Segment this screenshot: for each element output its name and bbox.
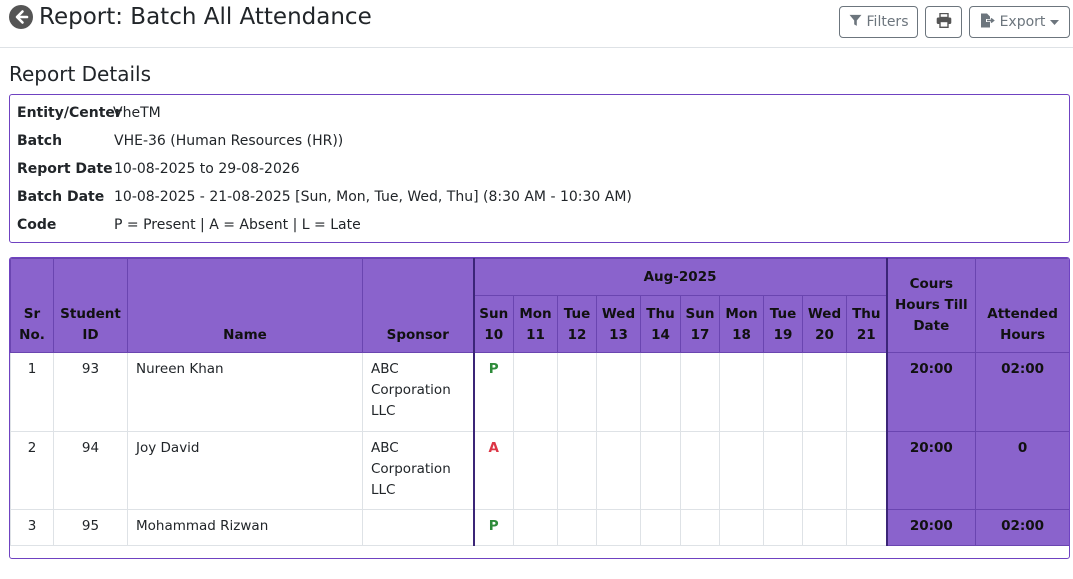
attendance-table: Sr No. Student ID Name Sponsor Aug-2025 Co… xyxy=(10,258,1069,546)
header-name: Name xyxy=(127,258,363,353)
detail-label: Entity/Center xyxy=(17,105,122,121)
filters-button[interactable]: Filters xyxy=(839,6,918,38)
cell-student-id: 93 xyxy=(53,352,128,432)
cell-attended-hours: 02:00 xyxy=(975,509,1069,546)
print-button[interactable] xyxy=(925,6,962,38)
header-day: Sun 17 xyxy=(680,295,720,353)
detail-value: VHE-36 (Human Resources (HR)) xyxy=(114,133,344,149)
cell-attendance xyxy=(557,431,597,510)
detail-label: Report Date xyxy=(17,161,113,177)
file-export-icon xyxy=(980,13,995,32)
cell-sr: 2 xyxy=(10,431,54,510)
header-sponsor: Sponsor xyxy=(362,258,475,353)
cell-attendance: P xyxy=(473,509,514,546)
cell-sponsor: ABC Corporation LLC xyxy=(362,352,475,432)
export-dropdown-button[interactable]: Export xyxy=(969,6,1070,38)
cell-attendance xyxy=(513,352,558,432)
cell-sponsor: ABC Corporation LLC xyxy=(362,431,475,510)
detail-value: 10-08-2025 - 21-08-2025 [Sun, Mon, Tue, … xyxy=(114,189,632,205)
header-course-hours: Cours Hours Till Date xyxy=(886,258,977,353)
cell-attendance xyxy=(763,431,803,510)
cell-attendance: P xyxy=(473,352,514,432)
detail-value: 10-08-2025 to 29-08-2026 xyxy=(114,161,300,177)
table-row: 3 95 Mohammad Rizwan P 20:00 02:00 xyxy=(10,509,1069,546)
printer-icon xyxy=(936,12,952,32)
attendance-table-container: Sr No. Student ID Name Sponsor Aug-2025 Co… xyxy=(9,257,1070,559)
cell-attendance xyxy=(802,352,847,432)
top-bar: Report: Batch All Attendance Filters Exp… xyxy=(0,0,1073,48)
header-day: Mon 11 xyxy=(513,295,558,353)
cell-attendance xyxy=(719,352,764,432)
cell-attendance xyxy=(513,431,558,510)
table-row: 1 93 Nureen Khan ABC Corporation LLC P 20:… xyxy=(10,352,1069,432)
cell-attendance xyxy=(640,509,681,546)
cell-name: Nureen Khan xyxy=(127,352,363,432)
header-day: Sun 10 xyxy=(473,295,514,353)
back-arrow-icon[interactable] xyxy=(9,5,33,29)
filters-label: Filters xyxy=(866,14,909,30)
cell-attendance xyxy=(719,509,764,546)
cell-attendance xyxy=(640,431,681,510)
header-day: Wed 13 xyxy=(596,295,641,353)
cell-attendance xyxy=(557,352,597,432)
cell-attendance xyxy=(845,352,888,432)
cell-attendance xyxy=(513,509,558,546)
page-title: Report: Batch All Attendance xyxy=(39,4,372,30)
table-row: 2 94 Joy David ABC Corporation LLC A 20:00… xyxy=(10,431,1069,510)
cell-name: Joy David xyxy=(127,431,363,510)
header-day: Tue 12 xyxy=(557,295,597,353)
cell-attendance xyxy=(680,509,720,546)
cell-attendance xyxy=(596,431,641,510)
filter-icon xyxy=(849,14,862,31)
report-details-panel: Entity/Center VheTM Batch VHE-36 (Human … xyxy=(9,94,1070,243)
header-day: Thu 21 xyxy=(845,295,888,353)
header-student-id: Student ID xyxy=(53,258,128,353)
header-month: Aug-2025 xyxy=(472,258,888,296)
cell-attendance: A xyxy=(473,431,514,510)
cell-sr: 1 xyxy=(10,352,54,432)
cell-attendance xyxy=(719,431,764,510)
cell-student-id: 95 xyxy=(53,509,128,546)
cell-attendance xyxy=(802,509,847,546)
cell-attendance xyxy=(680,431,720,510)
header-day: Tue 19 xyxy=(763,295,803,353)
export-label: Export xyxy=(999,14,1046,30)
header-attended-hours: Attended Hours xyxy=(975,258,1069,353)
header-day: Wed 20 xyxy=(802,295,847,353)
detail-label: Batch Date xyxy=(17,189,105,205)
cell-attendance xyxy=(763,509,803,546)
cell-attendance xyxy=(845,509,888,546)
header-day: Mon 18 xyxy=(719,295,764,353)
cell-course-hours: 20:00 xyxy=(886,352,977,432)
cell-attendance xyxy=(640,352,681,432)
detail-value: VheTM xyxy=(113,105,161,121)
detail-label: Batch xyxy=(17,133,63,149)
cell-attendance xyxy=(557,509,597,546)
cell-name: Mohammad Rizwan xyxy=(127,509,363,546)
cell-attendance xyxy=(763,352,803,432)
cell-attendance xyxy=(845,431,888,510)
cell-sponsor xyxy=(362,509,475,546)
cell-attended-hours: 02:00 xyxy=(975,352,1069,432)
detail-value: P = Present | A = Absent | L = Late xyxy=(114,217,361,233)
cell-course-hours: 20:00 xyxy=(886,509,977,546)
section-title: Report Details xyxy=(9,62,151,86)
cell-attended-hours: 0 xyxy=(975,431,1069,510)
cell-course-hours: 20:00 xyxy=(886,431,977,510)
cell-sr: 3 xyxy=(10,509,54,546)
cell-attendance xyxy=(596,509,641,546)
header-day: Thu 14 xyxy=(640,295,681,353)
cell-attendance xyxy=(596,352,641,432)
cell-attendance xyxy=(680,352,720,432)
detail-label: Code xyxy=(17,217,57,233)
header-sr-no: Sr No. xyxy=(10,258,54,353)
cell-student-id: 94 xyxy=(53,431,128,510)
caret-down-icon xyxy=(1050,14,1060,30)
cell-attendance xyxy=(802,431,847,510)
